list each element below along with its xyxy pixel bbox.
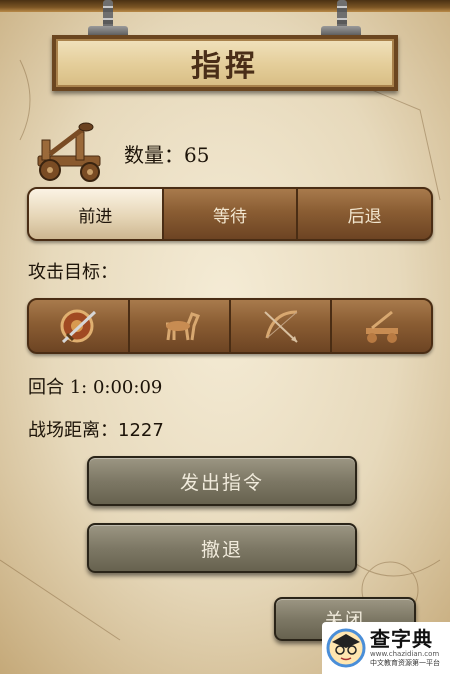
horse-icon bbox=[165, 312, 200, 341]
command-screen: 指挥 数量：65 前进 等待 后退 攻击目标： 回合 1: 0:00:09 战场… bbox=[0, 0, 450, 674]
target-cavalry-button[interactable] bbox=[128, 300, 229, 352]
bow-arrow-icon bbox=[263, 310, 298, 343]
watermark-slogan: 中文教育资源第一平台 bbox=[370, 659, 440, 667]
target-infantry-button[interactable] bbox=[29, 300, 128, 352]
unit-count: 数量：65 bbox=[124, 139, 209, 168]
battlefield-distance: 战场距离：1227 bbox=[28, 420, 164, 441]
catapult-icon bbox=[37, 122, 101, 182]
unit-row: 数量：65 bbox=[30, 122, 209, 184]
stance-fallback-button[interactable]: 后退 bbox=[296, 189, 431, 239]
watermark-text: 查字典 www.chazidian.com 中文教育资源第一平台 bbox=[370, 628, 440, 668]
stance-selector: 前进 等待 后退 bbox=[27, 187, 433, 241]
attack-target-label: 攻击目标： bbox=[28, 262, 118, 283]
target-siege-button[interactable] bbox=[330, 300, 431, 352]
target-archer-button[interactable] bbox=[229, 300, 330, 352]
unit-count-value: 65 bbox=[184, 142, 210, 167]
catapult-icon bbox=[365, 310, 398, 343]
unit-count-label: 数量： bbox=[124, 142, 184, 167]
top-border bbox=[0, 0, 450, 12]
watermark-title: 查字典 bbox=[370, 627, 433, 651]
stance-wait-button[interactable]: 等待 bbox=[161, 189, 297, 239]
issue-order-button[interactable]: 发出指令 bbox=[87, 456, 357, 506]
title-board: 指挥 bbox=[52, 35, 398, 91]
mascot-icon bbox=[326, 628, 366, 668]
retreat-button[interactable]: 撤退 bbox=[87, 523, 357, 573]
shield-sword-icon bbox=[60, 309, 96, 344]
page-title: 指挥 bbox=[191, 49, 259, 84]
stance-advance-button[interactable]: 前进 bbox=[29, 189, 162, 239]
target-selector bbox=[27, 298, 433, 354]
watermark-url: www.chazidian.com bbox=[370, 650, 440, 658]
round-timer: 回合 1: 0:00:09 bbox=[28, 377, 163, 398]
watermark: 查字典 www.chazidian.com 中文教育资源第一平台 bbox=[322, 622, 450, 674]
